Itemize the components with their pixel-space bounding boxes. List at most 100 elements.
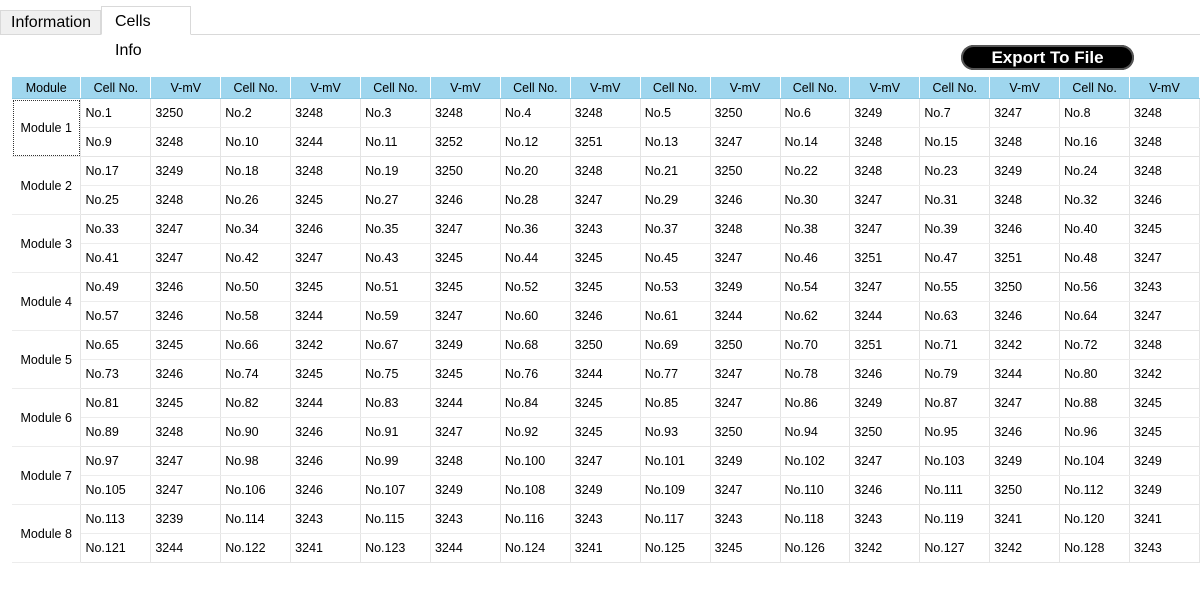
- cell-voltage[interactable]: 3245: [150, 330, 222, 360]
- cell-number[interactable]: No.28: [500, 185, 571, 215]
- cell-voltage[interactable]: 3246: [570, 301, 641, 331]
- cell-voltage[interactable]: 3249: [570, 475, 641, 505]
- cell-voltage[interactable]: 3249: [150, 156, 222, 186]
- cell-number[interactable]: No.68: [500, 330, 571, 360]
- cell-number[interactable]: No.128: [1059, 533, 1131, 563]
- cell-number[interactable]: No.23: [919, 156, 991, 186]
- cell-voltage[interactable]: 3247: [849, 185, 921, 215]
- cell-voltage[interactable]: 3248: [1129, 127, 1200, 157]
- cell-voltage[interactable]: 3247: [710, 475, 781, 505]
- cell-voltage[interactable]: 3243: [570, 214, 641, 244]
- cell-number[interactable]: No.106: [220, 475, 292, 505]
- cell-voltage[interactable]: 3251: [989, 243, 1061, 273]
- cell-voltage[interactable]: 3247: [290, 243, 362, 273]
- cell-number[interactable]: No.60: [500, 301, 571, 331]
- cell-number[interactable]: No.113: [80, 504, 152, 534]
- cell-voltage[interactable]: 3244: [290, 388, 362, 418]
- cell-number[interactable]: No.59: [360, 301, 431, 331]
- module-name-cell[interactable]: Module 5: [12, 330, 82, 389]
- column-header-voltage[interactable]: V-mV: [150, 77, 222, 99]
- cell-number[interactable]: No.125: [640, 533, 711, 563]
- cell-number[interactable]: No.12: [500, 127, 571, 157]
- cell-voltage[interactable]: 3248: [150, 185, 222, 215]
- cell-number[interactable]: No.123: [360, 533, 431, 563]
- cell-voltage[interactable]: 3244: [710, 301, 781, 331]
- cell-number[interactable]: No.19: [360, 156, 431, 186]
- cell-voltage[interactable]: 3250: [710, 330, 781, 360]
- cell-voltage[interactable]: 3247: [150, 475, 222, 505]
- cell-voltage[interactable]: 3246: [150, 359, 222, 389]
- cell-number[interactable]: No.122: [220, 533, 292, 563]
- cell-number[interactable]: No.35: [360, 214, 431, 244]
- cell-number[interactable]: No.82: [220, 388, 292, 418]
- cell-number[interactable]: No.114: [220, 504, 292, 534]
- cell-voltage[interactable]: 3248: [1129, 330, 1200, 360]
- cell-voltage[interactable]: 3245: [430, 243, 501, 273]
- cell-number[interactable]: No.4: [500, 98, 571, 128]
- cell-number[interactable]: No.81: [80, 388, 152, 418]
- cell-voltage[interactable]: 3247: [710, 243, 781, 273]
- cell-voltage[interactable]: 3251: [849, 330, 921, 360]
- cell-voltage[interactable]: 3246: [849, 475, 921, 505]
- cell-number[interactable]: No.101: [640, 446, 711, 476]
- cell-voltage[interactable]: 3247: [710, 359, 781, 389]
- column-header-voltage[interactable]: V-mV: [570, 77, 641, 99]
- cell-number[interactable]: No.105: [80, 475, 152, 505]
- cell-number[interactable]: No.36: [500, 214, 571, 244]
- cell-voltage[interactable]: 3245: [570, 417, 641, 447]
- cell-voltage[interactable]: 3249: [710, 446, 781, 476]
- cell-voltage[interactable]: 3249: [1129, 475, 1200, 505]
- cell-number[interactable]: No.119: [919, 504, 991, 534]
- column-header-cell-no[interactable]: Cell No.: [919, 77, 991, 99]
- cell-number[interactable]: No.1: [80, 98, 152, 128]
- cell-number[interactable]: No.11: [360, 127, 431, 157]
- cell-number[interactable]: No.21: [640, 156, 711, 186]
- cell-voltage[interactable]: 3243: [430, 504, 501, 534]
- cell-number[interactable]: No.33: [80, 214, 152, 244]
- module-name-cell[interactable]: Module 1: [12, 98, 82, 157]
- module-name-cell[interactable]: Module 7: [12, 446, 82, 505]
- cell-voltage[interactable]: 3242: [290, 330, 362, 360]
- cell-voltage[interactable]: 3250: [989, 272, 1061, 302]
- cell-number[interactable]: No.14: [780, 127, 851, 157]
- cell-voltage[interactable]: 3248: [570, 98, 641, 128]
- cell-number[interactable]: No.5: [640, 98, 711, 128]
- column-header-voltage[interactable]: V-mV: [989, 77, 1061, 99]
- cell-voltage[interactable]: 3241: [290, 533, 362, 563]
- cell-number[interactable]: No.55: [919, 272, 991, 302]
- cell-voltage[interactable]: 3248: [849, 127, 921, 157]
- cell-number[interactable]: No.116: [500, 504, 571, 534]
- cell-number[interactable]: No.50: [220, 272, 292, 302]
- cell-voltage[interactable]: 3246: [290, 214, 362, 244]
- cell-voltage[interactable]: 3247: [849, 214, 921, 244]
- cell-voltage[interactable]: 3247: [570, 185, 641, 215]
- cell-voltage[interactable]: 3250: [710, 156, 781, 186]
- tab-cells-info[interactable]: Cells Info: [101, 6, 191, 59]
- cell-voltage[interactable]: 3248: [290, 156, 362, 186]
- cell-voltage[interactable]: 3245: [1129, 214, 1200, 244]
- cell-voltage[interactable]: 3246: [430, 185, 501, 215]
- cell-number[interactable]: No.22: [780, 156, 851, 186]
- cell-number[interactable]: No.107: [360, 475, 431, 505]
- cell-number[interactable]: No.103: [919, 446, 991, 476]
- cell-voltage[interactable]: 3250: [989, 475, 1061, 505]
- cell-number[interactable]: No.3: [360, 98, 431, 128]
- cell-voltage[interactable]: 3244: [989, 359, 1061, 389]
- cell-voltage[interactable]: 3246: [1129, 185, 1200, 215]
- cell-voltage[interactable]: 3245: [430, 359, 501, 389]
- cell-number[interactable]: No.56: [1059, 272, 1131, 302]
- cell-number[interactable]: No.118: [780, 504, 851, 534]
- cell-voltage[interactable]: 3243: [290, 504, 362, 534]
- cell-voltage[interactable]: 3247: [849, 446, 921, 476]
- cell-number[interactable]: No.46: [780, 243, 851, 273]
- cell-voltage[interactable]: 3246: [710, 185, 781, 215]
- column-header-voltage[interactable]: V-mV: [430, 77, 501, 99]
- cell-number[interactable]: No.88: [1059, 388, 1131, 418]
- cell-voltage[interactable]: 3249: [989, 446, 1061, 476]
- cell-voltage[interactable]: 3245: [570, 388, 641, 418]
- cell-number[interactable]: No.127: [919, 533, 991, 563]
- cell-number[interactable]: No.92: [500, 417, 571, 447]
- cell-number[interactable]: No.7: [919, 98, 991, 128]
- cell-voltage[interactable]: 3249: [1129, 446, 1200, 476]
- cell-voltage[interactable]: 3245: [150, 388, 222, 418]
